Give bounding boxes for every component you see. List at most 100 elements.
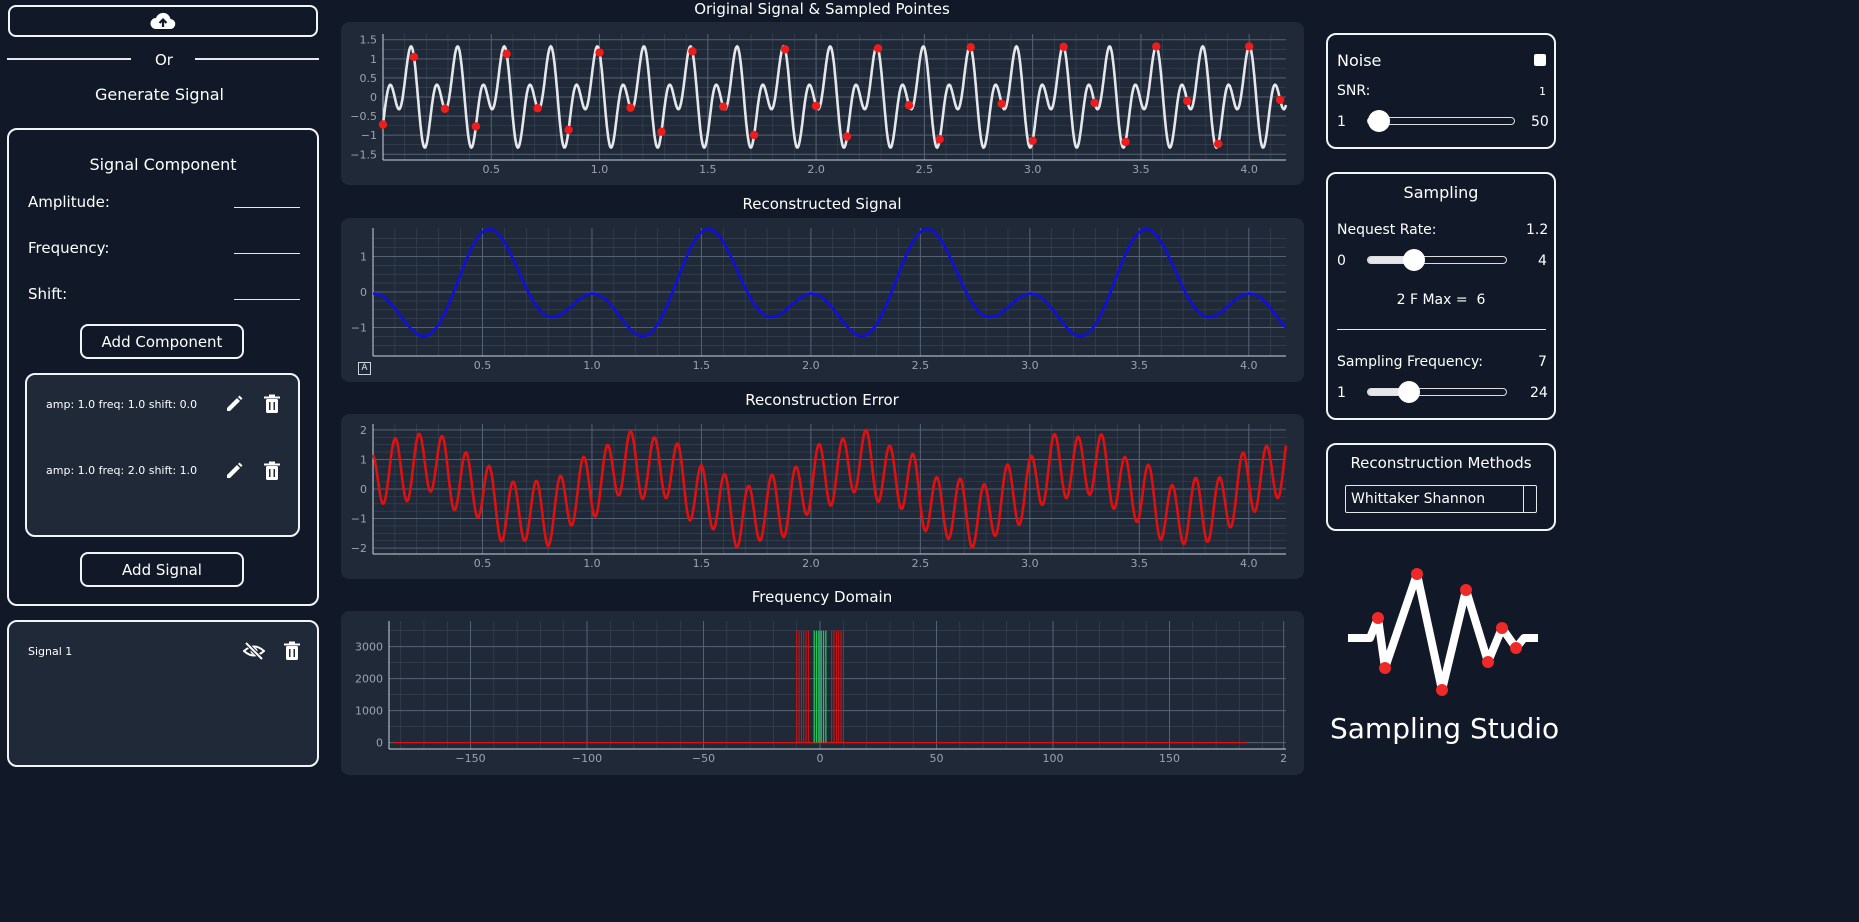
y-tick-label: 1 [360, 250, 367, 263]
sampling-frequency-slider[interactable] [1367, 381, 1507, 403]
y-tick-label: −1 [361, 129, 377, 142]
x-tick-label: 1.5 [693, 557, 711, 570]
grid [373, 228, 1286, 356]
snr-label: SNR: [1337, 83, 1371, 99]
x-tick-label: 150 [1159, 752, 1180, 765]
component-item-2: amp: 1.0 freq: 2.0 shift: 1.0 [46, 464, 198, 477]
sample-point [1275, 95, 1285, 105]
snr-value: 1 [1539, 85, 1546, 98]
reconstruction-method-select[interactable]: Whittaker Shannon [1345, 485, 1537, 513]
reconstruction-error-chart[interactable]: 0.5 1.0 1.5 2.0 2.5 3.0 3.5 4.0 2 1 0 −1 −2 [341, 414, 1304, 579]
x-tick-label: 2.5 [912, 359, 930, 372]
add-signal-button[interactable]: Add Signal [80, 552, 244, 587]
x-tick-label: 4.0 [1240, 359, 1258, 372]
logo-text: Sampling Studio [1330, 712, 1560, 745]
reconstruction-title: Reconstruction Methods [1350, 454, 1532, 472]
x-tick-label: 0.5 [474, 557, 492, 570]
pencil-icon[interactable] [224, 461, 244, 481]
sample-point [1183, 96, 1192, 106]
nyquist-slider-handle[interactable] [1402, 249, 1425, 271]
eye-off-icon[interactable] [243, 641, 265, 661]
amplitude-label: Amplitude: [28, 193, 110, 211]
sample-point [502, 49, 511, 59]
sample-point [1214, 139, 1223, 149]
sample-point [842, 132, 852, 141]
sample-point [935, 135, 944, 144]
y-tick-label: 0 [360, 483, 367, 496]
sample-point [966, 43, 975, 52]
grid [383, 34, 1286, 160]
sampling-frequency-max: 24 [1530, 385, 1548, 401]
reconstruction-method-value: Whittaker Shannon [1351, 491, 1486, 507]
x-tick-label: 1.0 [583, 359, 601, 372]
divider-left [7, 58, 131, 60]
or-label: Or [155, 51, 173, 69]
shift-input[interactable] [234, 299, 300, 300]
x-tick-label: 100 [1043, 752, 1064, 765]
fmax-text: 2 F Max = 6 [1396, 292, 1486, 308]
sampling-frequency-slider-handle[interactable] [1398, 381, 1421, 403]
frequency-chart-title: Frequency Domain [751, 588, 893, 606]
sample-point [378, 120, 388, 129]
sampling-divider [1337, 329, 1546, 330]
x-tick-label: 3.5 [1132, 163, 1150, 176]
frequency-input[interactable] [234, 253, 300, 254]
noise-checkbox[interactable] [1534, 54, 1546, 66]
x-tick-label: 2.5 [912, 557, 930, 570]
sample-point [471, 122, 481, 131]
y-tick-label: 1 [360, 453, 367, 466]
x-tick-label: 2 [1280, 752, 1287, 765]
y-tick-label: 0 [370, 91, 377, 104]
sample-point [904, 101, 914, 110]
x-tick-label: 2.0 [802, 557, 820, 570]
x-tick-label: 1.5 [699, 163, 717, 176]
x-tick-label: 50 [930, 752, 944, 765]
x-tick-label: 0 [817, 752, 824, 765]
frequency-label: Frequency: [28, 239, 110, 257]
original-chart-title: Original Signal & Sampled Pointes [694, 0, 950, 18]
y-tick-label: −1 [351, 322, 367, 335]
nyquist-rate-slider[interactable] [1367, 249, 1507, 271]
sample-point [688, 47, 697, 56]
add-component-button[interactable]: Add Component [80, 324, 244, 359]
trash-icon[interactable] [263, 461, 281, 481]
generate-signal-title: Generate Signal [95, 85, 224, 104]
frequency-domain-chart[interactable]: −150 −100 −50 0 50 100 150 2 3000 2000 1000 0 [341, 611, 1304, 775]
sample-point [1244, 42, 1254, 51]
nyquist-rate-value: 1.2 [1526, 222, 1549, 238]
sample-point [409, 52, 419, 62]
x-tick-label: −100 [572, 752, 602, 765]
snr-slider-handle[interactable] [1368, 110, 1390, 132]
snr-min: 1 [1337, 114, 1346, 130]
sample-point [780, 45, 790, 54]
sample-point [626, 103, 635, 112]
sample-point [440, 104, 450, 114]
signal-list-panel [7, 620, 319, 767]
snr-slider[interactable] [1367, 110, 1515, 132]
select-divider [1523, 486, 1524, 512]
signal-component-title: Signal Component [89, 155, 237, 174]
x-tick-label: 3.5 [1131, 359, 1149, 372]
x-tick-label: 3.0 [1024, 163, 1042, 176]
nyquist-max: 4 [1538, 253, 1547, 269]
signal-item-name[interactable]: Signal 1 [28, 645, 72, 658]
y-tick-label: 1.5 [360, 34, 378, 47]
x-tick-label: 1.0 [591, 163, 609, 176]
trash-icon[interactable] [283, 641, 301, 661]
sample-point [595, 48, 604, 57]
noise-title: Noise [1337, 51, 1382, 70]
x-tick-label: 3.0 [1021, 557, 1038, 570]
divider-right [195, 58, 319, 60]
snr-max: 50 [1531, 114, 1549, 130]
y-tick-label: 1 [370, 53, 377, 66]
sample-point [1121, 137, 1130, 147]
autoscale-badge[interactable]: A [358, 362, 371, 375]
reconstructed-signal-chart[interactable]: 0.5 1.0 1.5 2.0 2.5 3.0 3.5 4.0 1 0 −1 [341, 218, 1304, 382]
nyquist-rate-label: Nequest Rate: [1337, 222, 1437, 238]
y-tick-label: −1 [351, 513, 367, 526]
sample-point [1028, 136, 1037, 145]
original-signal-chart[interactable]: 0.5 1.0 1.5 2.0 2.5 3.0 3.5 4.0 1.5 1 0.5 0 −0.5 −1 −1… [341, 22, 1304, 185]
pencil-icon[interactable] [224, 394, 244, 414]
reconstructed-chart-title: Reconstructed Signal [742, 195, 902, 213]
cloud-upload-icon [150, 12, 176, 30]
